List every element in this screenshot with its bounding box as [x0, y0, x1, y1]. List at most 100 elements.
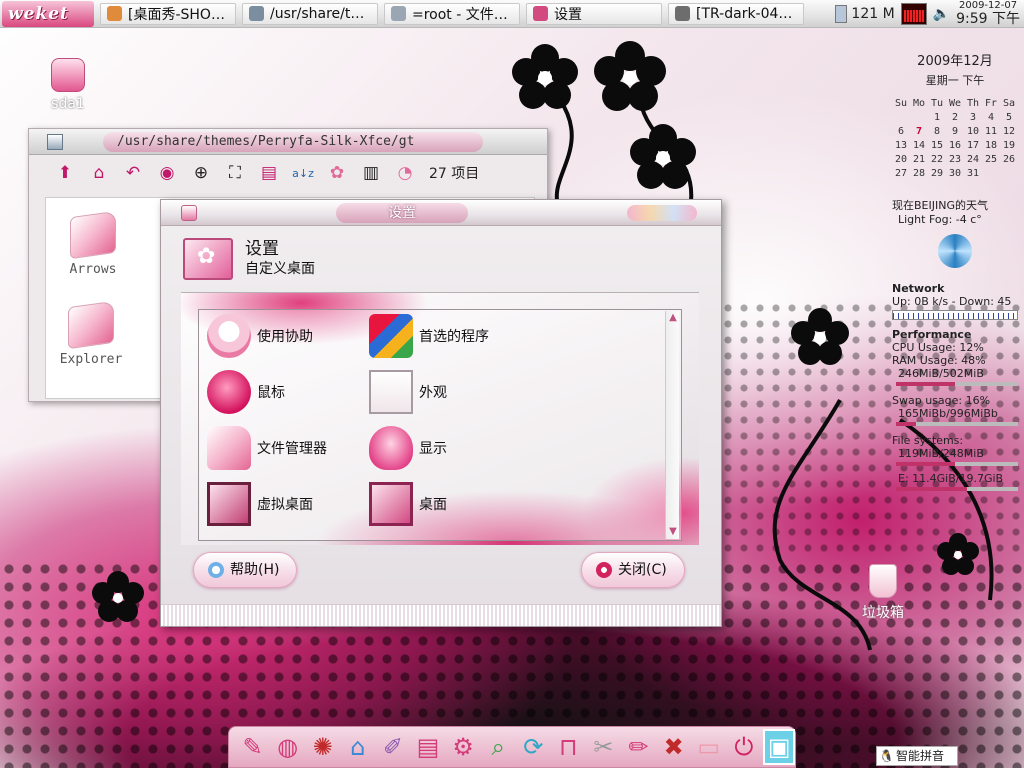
reload-icon[interactable]: ◉	[153, 159, 181, 187]
view-list-icon[interactable]: ▤	[255, 159, 283, 187]
compact-view-icon[interactable]: ▥	[357, 159, 385, 187]
drive-icon-sda1[interactable]: sda1	[46, 58, 90, 112]
power-icon[interactable]: ⏻	[728, 729, 759, 765]
calendar-day[interactable]: 7	[910, 126, 928, 137]
notes-icon[interactable]: ▤	[412, 729, 443, 765]
category-display[interactable]: 显示	[369, 423, 447, 473]
applications-icon[interactable]: ✖	[658, 729, 689, 765]
icon-view-icon[interactable]: ✿	[323, 159, 351, 187]
calendar-day[interactable]: 19	[1000, 140, 1018, 151]
calendar-day[interactable]: 22	[928, 154, 946, 165]
calendar-day[interactable]: 26	[1000, 154, 1018, 165]
taskbar-item-file-manager[interactable]: /usr/share/t…	[242, 2, 378, 25]
sticky-note-icon[interactable]: ▭	[693, 729, 724, 765]
settings-titlebar[interactable]: 设置	[161, 200, 721, 226]
calendar-day[interactable]: 28	[910, 168, 928, 179]
up-arrow-icon[interactable]: ⬆	[51, 159, 79, 187]
taskbar-item-settings[interactable]: 设置	[526, 2, 662, 25]
settings-heading: 设置	[245, 239, 279, 259]
clock[interactable]: 2009-12-07 9:59 下午	[956, 0, 1020, 27]
volume-icon[interactable]: 🔈	[933, 6, 950, 22]
filesystems-title: File systems:	[892, 434, 964, 447]
input-method-indicator[interactable]: 🐧 智能拼音	[876, 746, 958, 766]
taskbar-item-browser[interactable]: [桌面秀-SHO…	[100, 2, 236, 25]
back-icon[interactable]: ↶	[119, 159, 147, 187]
category-desktop[interactable]: 桌面	[369, 479, 447, 529]
editor-icon[interactable]: ✐	[377, 729, 408, 765]
show-desktop-icon[interactable]: ▣	[763, 729, 796, 765]
category-preferred-apps[interactable]: 首选的程序	[369, 311, 489, 361]
search-icon[interactable]: ⌕	[483, 729, 514, 765]
calendar-day[interactable]: 9	[946, 126, 964, 137]
trash-desktop-icon[interactable]: 垃圾箱	[852, 564, 914, 622]
list-item[interactable]: Arrows	[48, 210, 138, 277]
file-manager-title: /usr/share/themes/Perryfa-Silk-Xfce/gt	[103, 131, 483, 152]
calendar-day[interactable]: 13	[892, 140, 910, 151]
sync-icon[interactable]: ⟳	[518, 729, 549, 765]
tools-icon[interactable]: ✂	[588, 729, 619, 765]
category-appearance[interactable]: 外观	[369, 367, 447, 417]
browser-globe-icon[interactable]: ◍	[272, 729, 303, 765]
settings-icon	[533, 6, 548, 21]
image-viewer-icon	[675, 6, 690, 21]
file-manager-icon	[207, 426, 251, 470]
calendar-day[interactable]: 2	[946, 112, 964, 123]
calendar-day[interactable]: 27	[892, 168, 910, 179]
calendar-day[interactable]: 31	[964, 168, 982, 179]
category-mouse[interactable]: 鼠标	[207, 367, 285, 417]
taskbar-item-theme[interactable]: [TR-dark-04…	[668, 2, 804, 25]
close-button[interactable]: 关闭(C)	[581, 552, 685, 588]
calendar-day[interactable]: 30	[946, 168, 964, 179]
app-menu-logo[interactable]: weket	[2, 0, 94, 27]
calendar-day[interactable]: 11	[982, 126, 1000, 137]
calendar-day[interactable]: 14	[910, 140, 928, 151]
category-accessibility[interactable]: 使用协助	[207, 311, 313, 361]
file-manager-titlebar[interactable]: /usr/share/themes/Perryfa-Silk-Xfce/gt	[29, 129, 547, 155]
home-folder-icon[interactable]: ⌂	[342, 729, 373, 765]
calendar-day[interactable]: 16	[946, 140, 964, 151]
memory-icon	[835, 4, 848, 23]
calendar-day[interactable]: 3	[964, 112, 982, 123]
paint-icon[interactable]: ✏	[623, 729, 654, 765]
calendar-day[interactable]: 1	[928, 112, 946, 123]
category-file-manager[interactable]: 文件管理器	[207, 423, 327, 473]
vertical-scrollbar[interactable]: ▲ ▼	[665, 311, 679, 539]
scroll-down-arrow-icon[interactable]: ▼	[666, 525, 680, 539]
disk-info-icon[interactable]: ◔	[391, 159, 419, 187]
calendar-day[interactable]: 10	[964, 126, 982, 137]
calendar-day[interactable]: 17	[964, 140, 982, 151]
calendar-day[interactable]: 18	[982, 140, 1000, 151]
category-virtual-desktop[interactable]: 虚拟桌面	[207, 479, 313, 529]
calendar-day[interactable]: 25	[982, 154, 1000, 165]
window-menu-icon[interactable]	[47, 133, 63, 150]
calendar-day[interactable]: 15	[928, 140, 946, 151]
calendar-day[interactable]: 24	[964, 154, 982, 165]
calendar-day[interactable]: 12	[1000, 126, 1018, 137]
taskbar-item-root-file-manager[interactable]: =root - 文件…	[384, 2, 520, 25]
zoom-in-icon[interactable]: ⊕	[187, 159, 215, 187]
calendar-day[interactable]: 4	[982, 112, 1000, 123]
calendar-day[interactable]: 21	[910, 154, 928, 165]
calendar-weekday-header: We	[948, 98, 962, 109]
calendar-day[interactable]: 6	[892, 126, 910, 137]
zoom-fit-icon[interactable]: ⛶	[221, 159, 249, 187]
calendar-day[interactable]: 23	[946, 154, 964, 165]
calendar-day[interactable]: 5	[1000, 112, 1018, 123]
settings-gear-icon[interactable]: ⚙	[448, 729, 479, 765]
help-button[interactable]: 帮助(H)	[193, 552, 297, 588]
sort-icon[interactable]: a↓z	[289, 159, 317, 187]
home-icon[interactable]: ⌂	[85, 159, 113, 187]
scroll-up-arrow-icon[interactable]: ▲	[666, 311, 680, 325]
window-menu-icon[interactable]	[181, 205, 197, 221]
calendar-day[interactable]: 20	[892, 154, 910, 165]
category-label: 首选的程序	[419, 329, 489, 345]
list-item[interactable]: Explorer	[46, 300, 136, 367]
cpu-graph-icon[interactable]	[900, 2, 927, 25]
taskbar-item-label: 设置	[554, 6, 582, 23]
gimp-icon[interactable]: ✺	[307, 729, 338, 765]
paintbrush-icon[interactable]: ✎	[237, 729, 268, 765]
window-controls[interactable]	[627, 205, 697, 221]
table-icon[interactable]: ⊓	[553, 729, 584, 765]
calendar-day[interactable]: 8	[928, 126, 946, 137]
calendar-day[interactable]: 29	[928, 168, 946, 179]
